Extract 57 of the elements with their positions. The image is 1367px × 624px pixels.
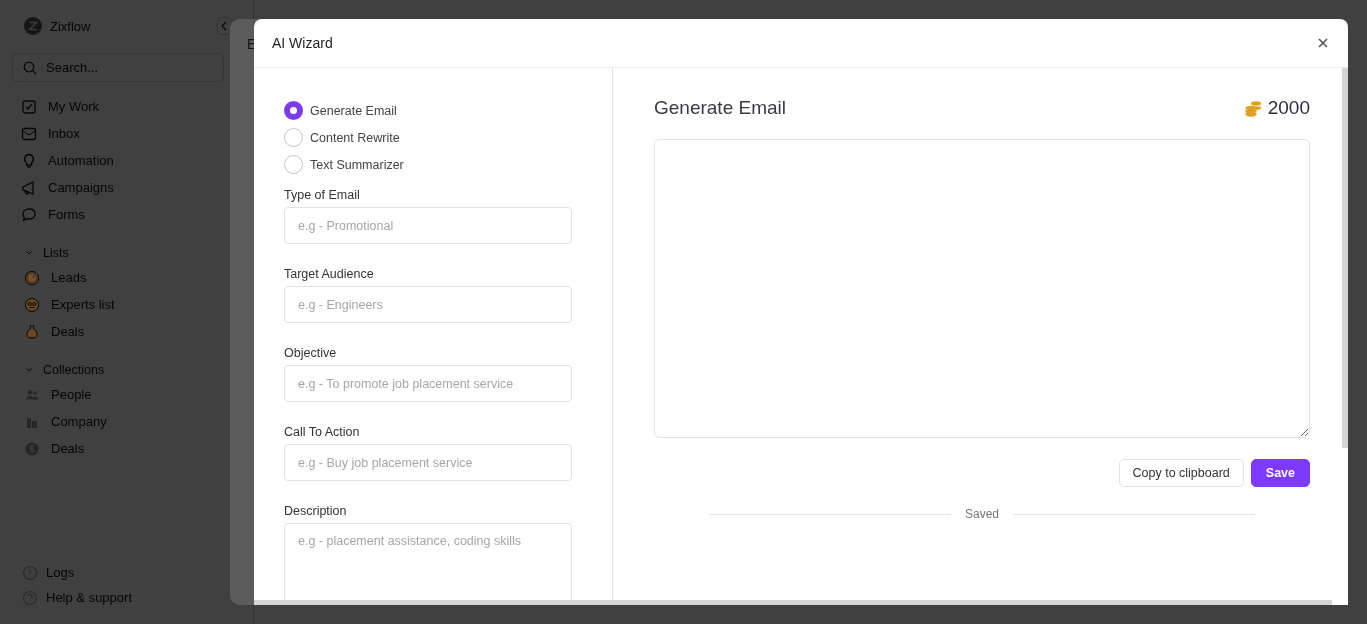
brand-name: Zixflow <box>50 18 91 34</box>
dollar-coin-icon <box>24 440 40 457</box>
radio-label[interactable]: Text Summarizer <box>310 157 404 172</box>
scrollbar[interactable] <box>1342 68 1348 448</box>
chevron-left-icon <box>220 21 227 31</box>
sidebar-item[interactable]: Inbox <box>12 120 88 147</box>
collapse-button[interactable] <box>217 17 229 35</box>
section-header[interactable]: Lists <box>12 242 77 264</box>
inbox-icon <box>21 125 37 142</box>
search-icon <box>23 61 37 75</box>
sidebar-item[interactable]: My Work <box>12 93 108 120</box>
description-field[interactable]: e.g - placement assistance, coding skills <box>284 523 572 603</box>
logo-icon <box>24 17 42 35</box>
sidebar-item[interactable]: People <box>12 381 100 408</box>
sidebar-item[interactable]: Company <box>12 408 115 435</box>
radio-button[interactable] <box>284 128 303 147</box>
radio-label[interactable]: Generate Email <box>310 103 397 118</box>
field-label: Description <box>284 504 348 518</box>
output-textarea[interactable] <box>654 139 1310 438</box>
money-bag-icon <box>24 323 40 340</box>
field-label: Target Audience <box>284 267 375 281</box>
scrollbar[interactable] <box>254 600 1332 605</box>
target-icon <box>24 269 40 286</box>
radio-label[interactable]: Content Rewrite <box>310 130 400 145</box>
status-text: Saved <box>965 507 999 521</box>
copy-button[interactable]: Copy to clipboard <box>1118 459 1244 487</box>
coins-icon <box>1244 99 1262 117</box>
sidebar-item[interactable]: Help & support <box>12 585 140 610</box>
megaphone-icon <box>21 179 37 196</box>
radio-button[interactable] <box>284 155 303 174</box>
modal-title: AI Wizard <box>272 35 333 51</box>
sidebar-item[interactable]: Automation <box>12 147 122 174</box>
field-label: Objective <box>284 346 338 360</box>
sidebar-item[interactable]: Logs <box>12 560 83 585</box>
input-field[interactable]: e.g - To promote job placement service <box>284 365 572 402</box>
input-field[interactable]: e.g - Promotional <box>284 207 572 244</box>
sidebar-item[interactable]: Deals <box>12 435 93 462</box>
chat-bubble-icon <box>21 206 37 223</box>
credits-count: 2000 <box>1267 97 1310 119</box>
sidebar-item[interactable]: Experts list <box>12 291 123 318</box>
section-header[interactable]: Collections <box>12 359 113 381</box>
sidebar-item[interactable]: Deals <box>12 318 93 345</box>
field-label: Type of Email <box>284 188 361 202</box>
input-field[interactable]: e.g - Buy job placement service <box>284 444 572 481</box>
radio-button[interactable] <box>284 101 303 120</box>
field-label: Call To Action <box>284 425 361 439</box>
search-field[interactable]: Search... <box>12 53 224 82</box>
sidebar-item[interactable]: Forms <box>12 201 93 228</box>
sidebar-item[interactable]: Campaigns <box>12 174 122 201</box>
sidebar-item[interactable]: Leads <box>12 264 95 291</box>
square-check-icon <box>21 98 37 115</box>
face-emoji-icon <box>24 296 40 313</box>
save-button[interactable]: Save <box>1250 459 1310 487</box>
input-field[interactable]: e.g - Engineers <box>284 286 572 323</box>
lightbulb-icon <box>21 152 37 169</box>
section-title: Generate Email <box>654 97 786 119</box>
close-icon[interactable] <box>1316 36 1330 50</box>
